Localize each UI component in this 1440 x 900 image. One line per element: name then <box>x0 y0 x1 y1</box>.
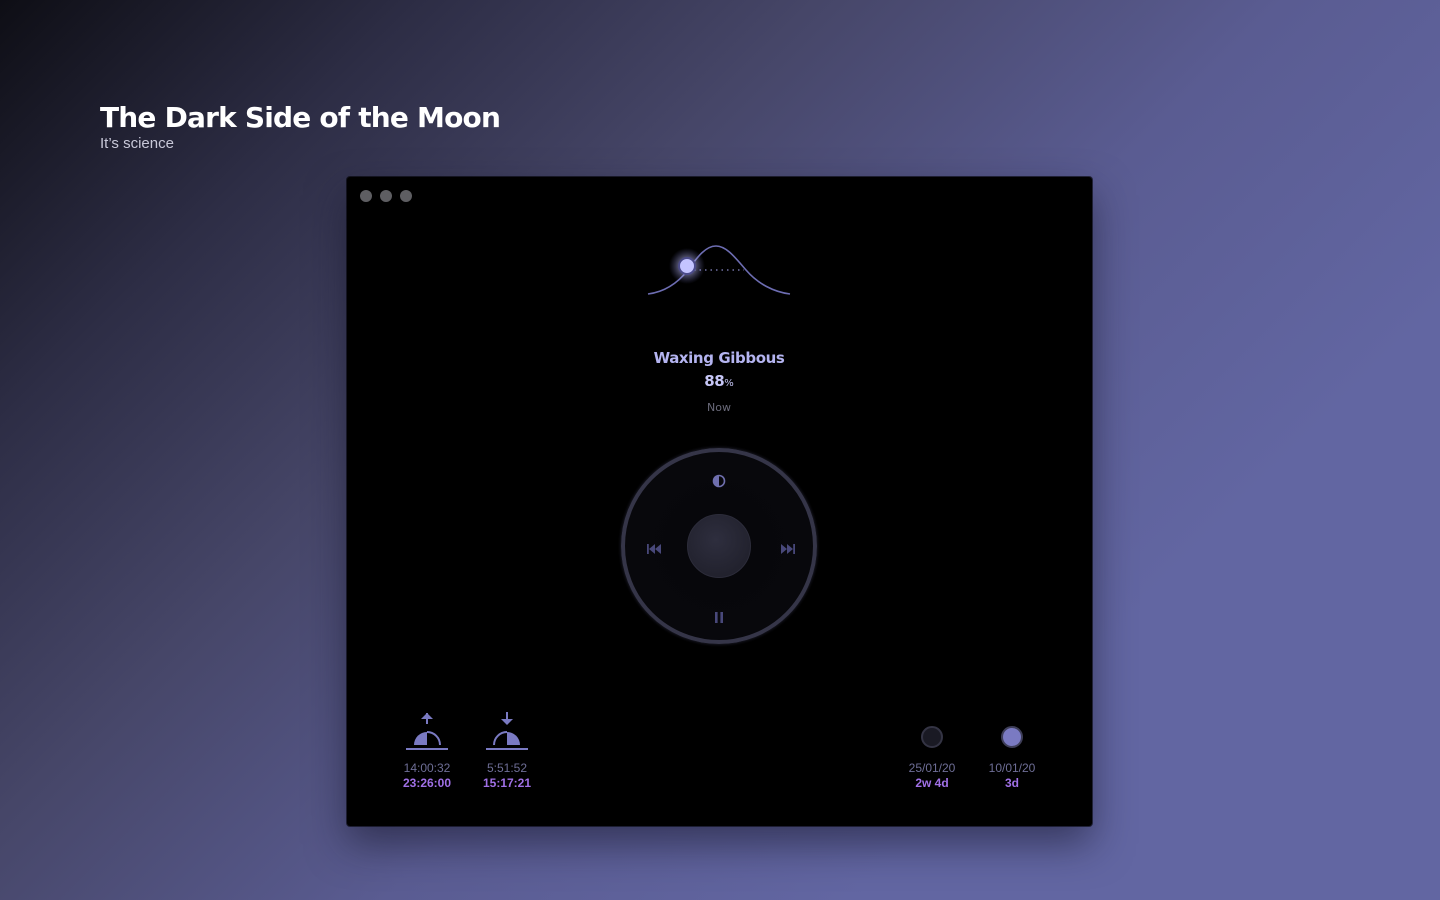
illumination-unit: % <box>724 378 734 389</box>
full-moon-date: 10/01/20 <box>988 761 1036 775</box>
window-zoom-button[interactable] <box>400 190 412 202</box>
skip-forward-button[interactable] <box>775 536 801 562</box>
moonrise-detail: 23:26:00 <box>402 776 452 790</box>
app-window: Waxing Gibbous 88% Now 14:00:32 23:26:00… <box>347 177 1092 826</box>
moonset-stat: 5:51:52 15:17:21 <box>467 707 547 791</box>
page-title: The Dark Side of the Moon <box>100 101 501 134</box>
phase-info: Waxing Gibbous 88% Now <box>619 348 819 414</box>
window-minimize-button[interactable] <box>380 190 392 202</box>
moonset-detail: 15:17:21 <box>482 776 532 790</box>
control-dial[interactable] <box>621 448 817 644</box>
full-moon-icon <box>1001 726 1023 748</box>
phase-time-label: Now <box>707 401 731 414</box>
moonset-icon <box>486 712 528 750</box>
phase-toggle-button[interactable] <box>706 468 732 494</box>
page-header: The Dark Side of the Moon It’s science <box>100 100 501 152</box>
full-moon-stat: 10/01/20 3d <box>972 707 1052 791</box>
skip-back-button[interactable] <box>641 536 667 562</box>
new-moon-stat: 25/01/20 2w 4d <box>892 707 972 791</box>
phase-curve-line <box>647 245 791 295</box>
page-subtitle: It’s science <box>100 135 174 152</box>
phase-name: Waxing Gibbous <box>653 349 785 367</box>
moonrise-icon <box>406 713 448 750</box>
new-moon-icon <box>921 726 943 748</box>
pause-icon <box>715 611 723 623</box>
dial-center-button[interactable] <box>687 514 751 578</box>
new-moon-date: 25/01/20 <box>908 761 956 775</box>
phase-marker <box>678 257 696 275</box>
new-moon-detail: 2w 4d <box>915 776 949 790</box>
half-moon-icon <box>712 474 726 488</box>
full-moon-detail: 3d <box>1004 776 1019 790</box>
phase-curve <box>647 245 791 295</box>
moonset-time: 5:51:52 <box>486 761 528 775</box>
phase-illumination: 88% <box>619 372 819 393</box>
skip-forward-icon <box>781 544 795 554</box>
skip-back-icon <box>647 544 661 554</box>
moonrise-time: 14:00:32 <box>403 761 451 775</box>
window-close-button[interactable] <box>360 190 372 202</box>
moonrise-stat: 14:00:32 23:26:00 <box>387 707 467 791</box>
pause-button[interactable] <box>706 604 732 630</box>
illumination-value: 88 <box>704 372 725 390</box>
